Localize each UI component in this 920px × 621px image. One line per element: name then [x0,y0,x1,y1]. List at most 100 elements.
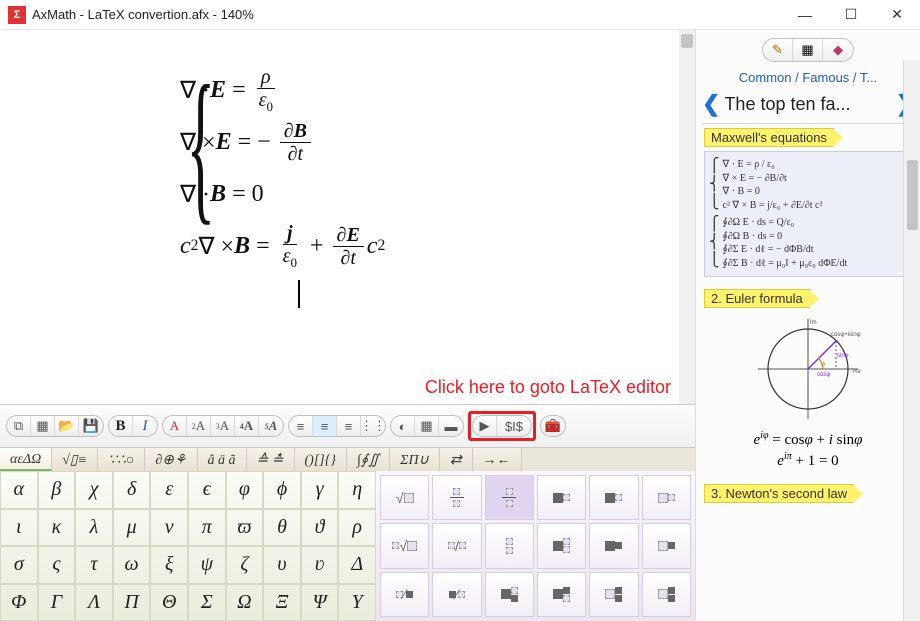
struct-frac-sel[interactable] [485,475,534,520]
greek-ψ[interactable]: ψ [188,546,226,584]
align-center-icon[interactable]: ≡ [313,416,337,436]
breadcrumb[interactable]: Common / Famous / T... [696,68,920,91]
greek-ξ[interactable]: ξ [150,546,188,584]
font-a2[interactable]: 2A [187,416,211,436]
greek-δ[interactable]: δ [113,471,151,509]
struct-subsup[interactable] [537,523,586,568]
struct-boxslash[interactable]: ⁄ [380,572,429,617]
tab-accent[interactable]: â ä ã [198,448,247,471]
greek-ε[interactable]: ε [150,471,188,509]
font-a5[interactable]: 5A [259,416,283,436]
struct-sup2[interactable] [589,475,638,520]
list-icon[interactable]: ⋮⋮ [361,416,385,436]
close-button[interactable]: ✕ [874,0,920,30]
tab-greek[interactable]: αεΔΩ [0,448,52,471]
greek-Γ[interactable]: Γ [38,584,76,621]
greek-υ[interactable]: υ [263,546,301,584]
struct-m2[interactable] [537,572,586,617]
struct-sqrt[interactable]: √ [380,475,429,520]
greek-ζ[interactable]: ζ [226,546,264,584]
bold-button[interactable]: B [109,416,133,436]
greek-Ψ[interactable]: Ψ [301,584,339,621]
italic-button[interactable]: I [133,416,157,436]
greek-ρ[interactable]: ρ [338,509,376,547]
struct-m4[interactable] [642,572,691,617]
greek-Σ[interactable]: Σ [188,584,226,621]
sidebar-brush-icon[interactable]: ✎ [763,39,793,61]
greek-β[interactable]: β [38,471,76,509]
greek-Ω[interactable]: Ω [226,584,264,621]
copy-icon[interactable]: ⧉ [7,416,31,436]
struct-sup[interactable] [537,475,586,520]
greek-ω[interactable]: ω [113,546,151,584]
greek-ϖ[interactable]: ϖ [226,509,264,547]
greek-κ[interactable]: κ [38,509,76,547]
color-wheel-icon[interactable]: ◐ [391,416,415,436]
struct-blkslash[interactable]: ⁄ [432,572,481,617]
latex-editor-button[interactable]: $I$ [497,416,531,436]
fill-icon[interactable]: ▬ [439,416,463,436]
greek-χ[interactable]: χ [75,471,113,509]
editor-scrollbar[interactable] [679,30,695,404]
greek-α[interactable]: α [0,471,38,509]
greek-π[interactable]: π [188,509,226,547]
greek-μ[interactable]: μ [113,509,151,547]
minimize-button[interactable]: — [782,0,828,30]
struct-m1[interactable] [485,572,534,617]
sidebar-scrollbar[interactable] [903,60,920,621]
struct-stack[interactable] [485,523,534,568]
greek-ϵ[interactable]: ϵ [188,471,226,509]
greek-λ[interactable]: λ [75,509,113,547]
align-right-icon[interactable]: ≡ [337,416,361,436]
play-icon[interactable]: ▶ [473,416,497,436]
greek-γ[interactable]: γ [301,471,339,509]
greek-ϕ[interactable]: ϕ [263,471,301,509]
sidebar-tag-icon[interactable]: ◆ [823,39,853,61]
section-maxwell[interactable]: Maxwell's equations ⎧ ⎨ ⎩∇ · E = ρ / ε₀∇… [696,124,920,285]
tab-integral[interactable]: ∫∮∬ [347,448,390,471]
struct-sub3[interactable] [642,523,691,568]
greek-η[interactable]: η [338,471,376,509]
font-a4[interactable]: 4A [235,416,259,436]
greek-Π[interactable]: Π [113,584,151,621]
greek-Λ[interactable]: Λ [75,584,113,621]
greek-ν[interactable]: ν [150,509,188,547]
greek-σ[interactable]: σ [0,546,38,584]
greek-ʋ[interactable]: ʋ [301,546,339,584]
greek-Θ[interactable]: Θ [150,584,188,621]
greek-Υ[interactable]: Υ [338,584,376,621]
tab-arrows[interactable]: ⇄ [440,448,473,471]
greek-Φ[interactable]: Φ [0,584,38,621]
struct-sub[interactable] [642,475,691,520]
struct-m3[interactable] [589,572,638,617]
greek-φ[interactable]: φ [226,471,264,509]
greek-Ξ[interactable]: Ξ [263,584,301,621]
section-newton[interactable]: 3. Newton's second law [696,480,920,505]
greek-Δ[interactable]: Δ [338,546,376,584]
greek-ς[interactable]: ς [38,546,76,584]
tab-rel[interactable]: ≙ ≛ [247,448,295,471]
align-left-icon[interactable]: ≡ [289,416,313,436]
open-icon[interactable]: 📂 [55,416,79,436]
struct-subsup2[interactable] [589,523,638,568]
greek-θ[interactable]: θ [263,509,301,547]
tab-root[interactable]: √▯≡ [52,448,98,471]
tab-bigop[interactable]: ΣΠ∪ [390,448,440,471]
struct-frac[interactable] [432,475,481,520]
greek-ι[interactable]: ι [0,509,38,547]
sidebar-grid-icon[interactable]: ▦ [793,39,823,61]
tab-more[interactable]: →← [473,448,522,471]
maximize-button[interactable]: ☐ [828,0,874,30]
section-euler[interactable]: 2. Euler formula Re Im φ cosφ+isinφ sinφ… [696,285,920,480]
tab-brackets[interactable]: ()[]{} [295,448,347,471]
new-icon[interactable]: ▦ [31,416,55,436]
font-a1[interactable]: A [163,416,187,436]
tab-misc1[interactable]: ∂⊕⚘ [145,448,197,471]
prev-arrow-icon[interactable]: ❮ [702,91,720,117]
struct-nroot[interactable]: √ [380,523,429,568]
greek-τ[interactable]: τ [75,546,113,584]
equation-editor[interactable]: { ∇ · E = ρε0 ∇ × E = − ∂B∂t ∇ · B = 0 c… [0,30,695,404]
tab-logic[interactable]: ∵∴○ [98,448,145,471]
save-icon[interactable]: 💾 [79,416,103,436]
grid-icon[interactable]: ▦ [415,416,439,436]
